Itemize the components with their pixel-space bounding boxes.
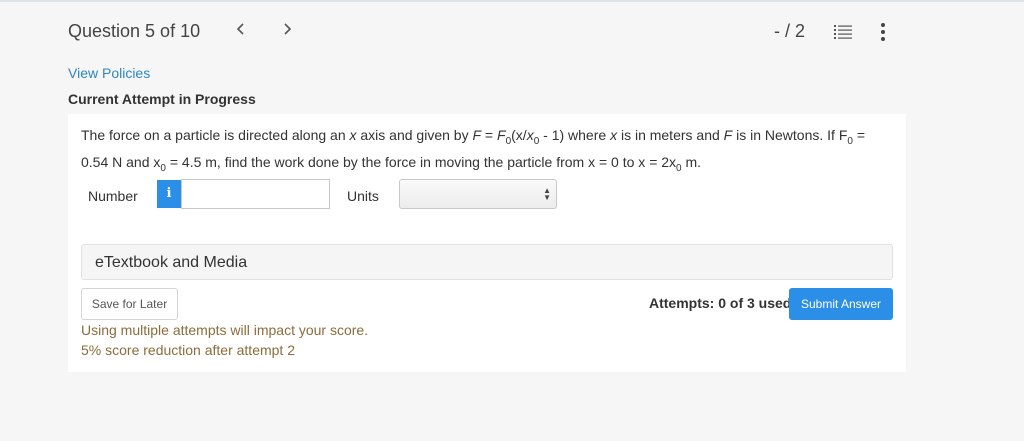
more-vertical-icon	[881, 23, 885, 41]
chevron-left-icon	[236, 23, 244, 35]
previous-question-button[interactable]	[236, 20, 246, 41]
question-header: Question 5 of 10 - / 2	[0, 2, 1024, 60]
more-options-button[interactable]	[878, 22, 888, 42]
units-label: Units	[347, 188, 379, 204]
view-policies-link[interactable]: View Policies	[68, 65, 150, 81]
list-icon	[834, 25, 852, 39]
score-reduction-note: 5% score reduction after attempt 2	[81, 342, 295, 358]
question-list-button[interactable]	[834, 24, 852, 40]
attempt-status-heading: Current Attempt in Progress	[68, 91, 256, 107]
question-title: Question 5 of 10	[68, 21, 201, 41]
units-select[interactable]: ▲ ▼	[399, 179, 557, 209]
etextbook-label: eTextbook and Media	[95, 254, 248, 271]
info-button[interactable]: i	[157, 180, 181, 208]
number-input[interactable]	[181, 179, 330, 209]
save-for-later-button[interactable]: Save for Later	[81, 288, 178, 320]
number-label: Number	[88, 188, 138, 204]
etextbook-media-panel[interactable]: eTextbook and Media	[81, 244, 893, 280]
select-arrows-icon: ▲ ▼	[543, 186, 551, 202]
submit-answer-button[interactable]: Submit Answer	[789, 288, 893, 320]
next-question-button[interactable]	[282, 20, 292, 41]
score-display: - / 2	[774, 21, 806, 41]
chevron-right-icon	[284, 23, 292, 35]
policies-area: View Policies Current Attempt in Progres…	[68, 62, 906, 114]
attempts-warning: Using multiple attempts will impact your…	[81, 322, 369, 338]
question-card: View Policies Current Attempt in Progres…	[68, 62, 906, 372]
attempts-counter: Attempts: 0 of 3 used	[649, 295, 792, 311]
question-text: The force on a particle is directed alon…	[81, 127, 866, 174]
